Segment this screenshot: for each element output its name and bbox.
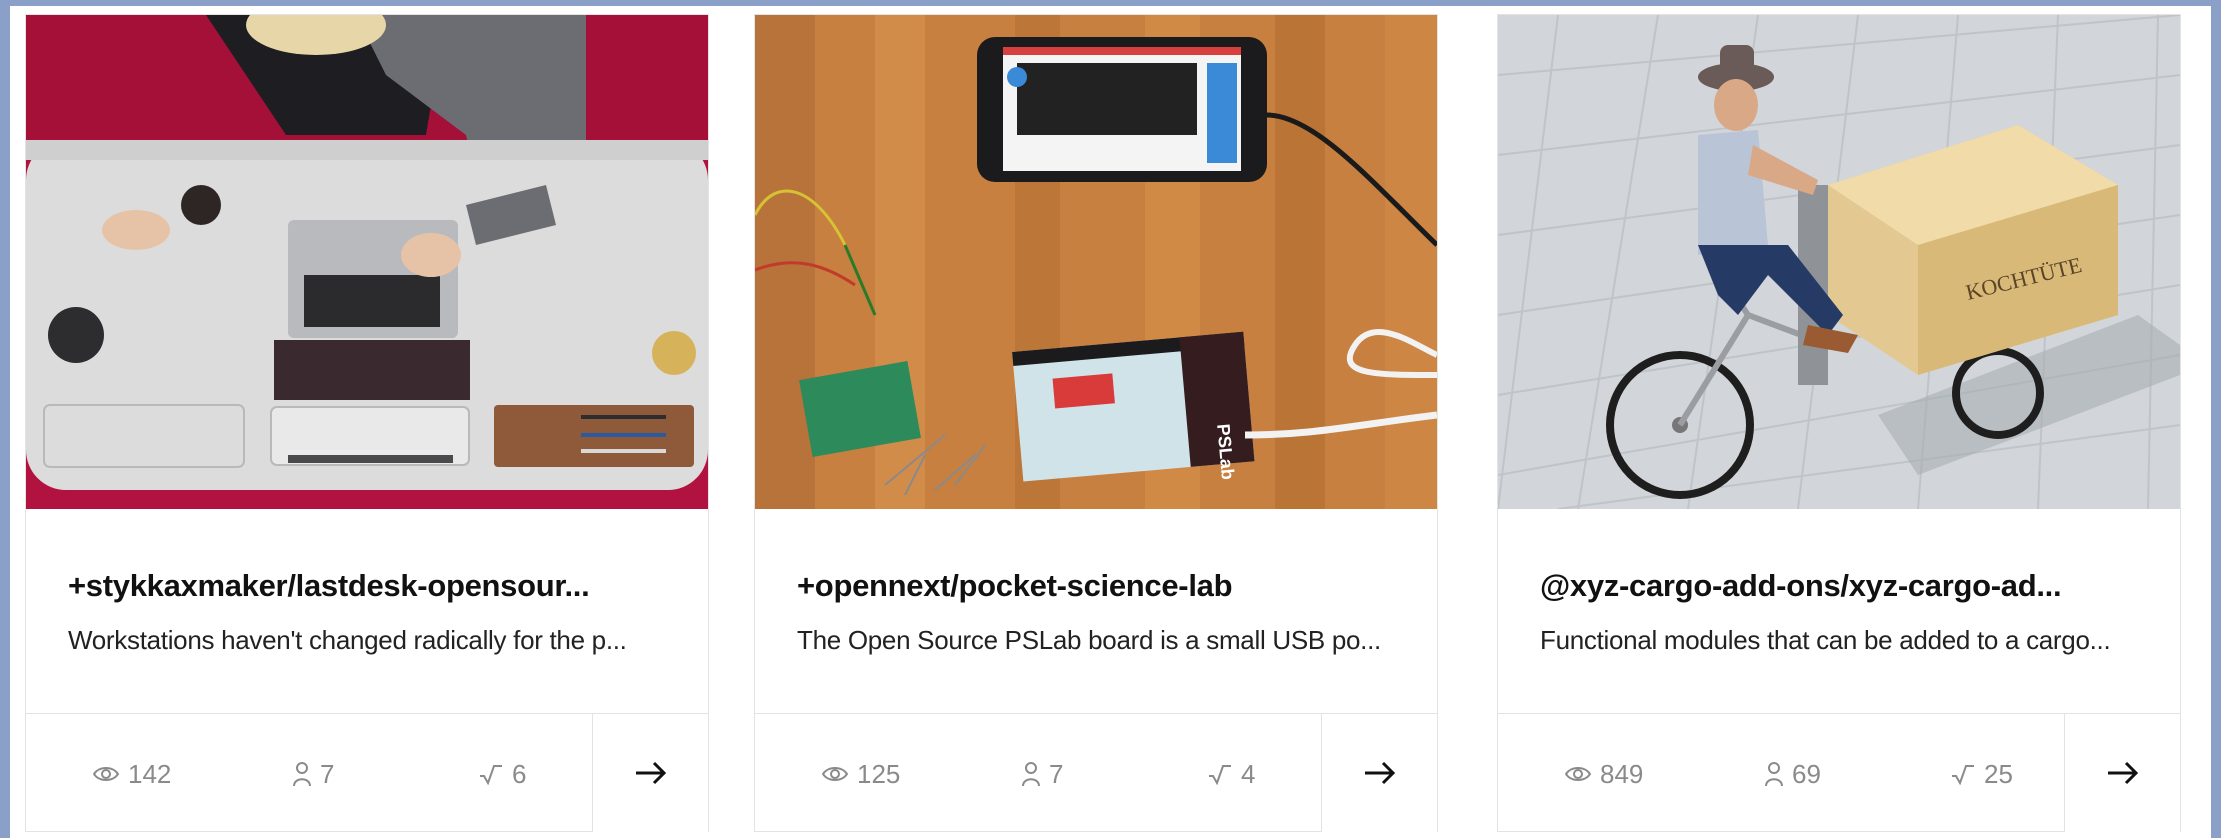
card-title[interactable]: @xyz-cargo-add-ons/xyz-cargo-ad... — [1540, 568, 2150, 604]
person-icon — [1022, 762, 1040, 787]
open-project-button[interactable] — [2064, 714, 2180, 832]
version-icon — [1952, 765, 1974, 785]
versions-count: 4 — [1241, 758, 1256, 789]
members-count: 7 — [320, 758, 335, 789]
card-stats: 125 7 4 — [755, 714, 1325, 832]
card-image-cargo-bike[interactable]: KOCHTÜTE — [1498, 15, 2180, 509]
card-footer: 142 7 6 — [26, 713, 708, 832]
views-count: 125 — [857, 758, 901, 789]
versions-count: 6 — [512, 758, 527, 789]
card-description: Functional modules that can be added to … — [1540, 625, 2111, 655]
card-stats: 142 7 6 — [26, 714, 596, 832]
card-image-pslab[interactable]: PSLab — [755, 15, 1437, 509]
eye-icon — [1564, 767, 1592, 781]
person-icon — [1765, 762, 1783, 787]
views-stat: 125 — [821, 758, 900, 790]
versions-stat: 25 — [1950, 758, 2013, 790]
members-stat: 69 — [1764, 758, 1821, 790]
members-stat: 7 — [1021, 758, 1063, 790]
arrow-right-icon — [2107, 761, 2138, 785]
open-project-button[interactable] — [592, 714, 708, 832]
project-card[interactable]: PSLab +opennext/pocket-science-lab The O… — [754, 14, 1438, 832]
card-title[interactable]: +stykkaxmaker/lastdesk-opensour... — [68, 568, 678, 604]
card-footer: 849 69 25 — [1498, 713, 2180, 832]
version-icon — [480, 765, 502, 785]
arrow-right-icon — [635, 761, 666, 785]
versions-stat: 6 — [478, 758, 526, 790]
project-card[interactable]: +stykkaxmaker/lastdesk-opensour... Works… — [25, 14, 709, 832]
views-count: 849 — [1600, 758, 1644, 789]
card-footer: 125 7 4 — [755, 713, 1437, 832]
card-image-desk[interactable] — [26, 15, 708, 509]
views-stat: 142 — [92, 758, 171, 790]
card-stats: 849 69 25 — [1498, 714, 2068, 832]
version-icon — [1209, 765, 1231, 785]
open-project-button[interactable] — [1321, 714, 1437, 832]
members-count: 69 — [1792, 758, 1821, 789]
card-description: The Open Source PSLab board is a small U… — [797, 625, 1381, 655]
views-count: 142 — [128, 758, 172, 789]
members-stat: 7 — [292, 758, 334, 790]
versions-stat: 4 — [1207, 758, 1255, 790]
versions-count: 25 — [1984, 758, 2013, 789]
views-stat: 849 — [1564, 758, 1643, 790]
project-card[interactable]: KOCHTÜTE @xyz-cargo-add-ons/xyz-cargo-ad… — [1497, 14, 2181, 832]
members-count: 7 — [1049, 758, 1064, 789]
person-icon — [293, 762, 311, 787]
card-description: Workstations haven't changed radically f… — [68, 625, 627, 655]
arrow-right-icon — [1364, 761, 1395, 785]
eye-icon — [92, 767, 120, 781]
card-title[interactable]: +opennext/pocket-science-lab — [797, 568, 1407, 604]
eye-icon — [821, 767, 849, 781]
